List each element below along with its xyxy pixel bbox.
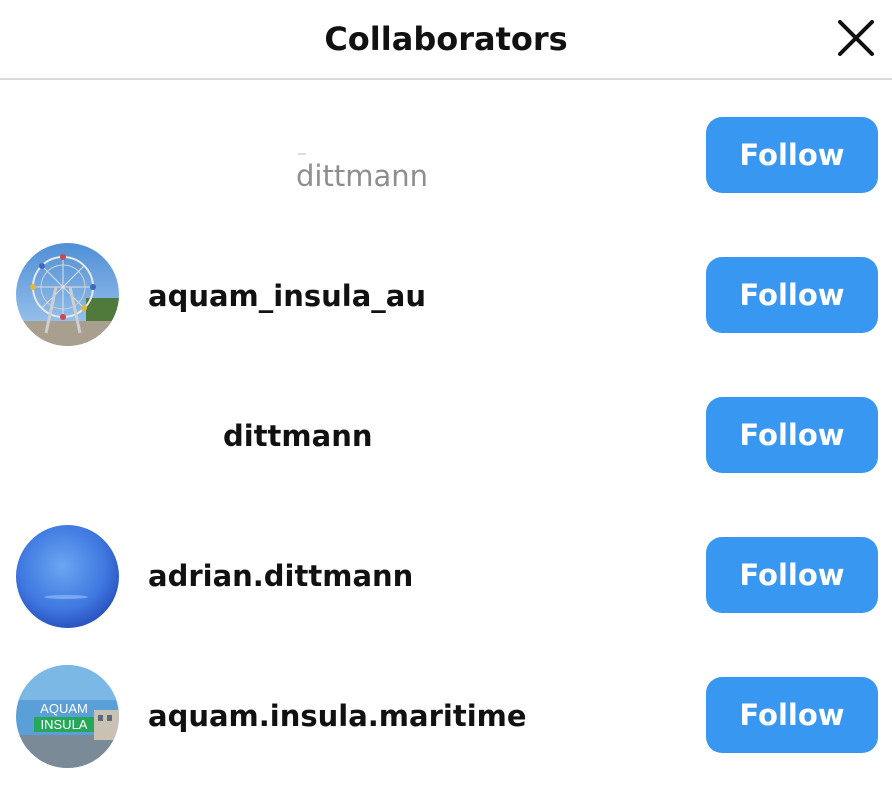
aquam-insula-logo: AQUAM INSULA	[16, 665, 119, 768]
close-icon	[838, 20, 874, 56]
collaborator-username[interactable]: adrian.dittmann	[148, 559, 413, 593]
collaborator-username[interactable]: aquam.insula.maritime	[148, 699, 527, 733]
svg-text:INSULA: INSULA	[41, 717, 88, 732]
collaborator-row: dittmann Follow	[0, 365, 892, 505]
avatar[interactable]: AQUAM INSULA	[16, 665, 119, 768]
follow-button[interactable]: Follow	[706, 537, 878, 613]
close-button[interactable]	[834, 16, 878, 60]
follow-button[interactable]: Follow	[706, 257, 878, 333]
dialog-header: Collaborators	[0, 0, 892, 80]
collaborator-username[interactable]: aquam_insula_au	[148, 279, 426, 313]
follow-button[interactable]: Follow	[706, 117, 878, 193]
blue-sky-photo	[16, 525, 119, 628]
collaborator-row: aquam_insula_au Follow	[0, 225, 892, 365]
collaborators-dialog: Collaborators dittmann Follow aquam_insu…	[0, 0, 892, 770]
collaborator-row: dittmann Follow	[0, 85, 892, 225]
avatar[interactable]	[16, 525, 119, 628]
ferris-wheel-photo	[16, 243, 119, 346]
collaborator-row: AQUAM INSULA aquam.insula.maritime Follo…	[0, 645, 892, 785]
collaborator-username[interactable]: dittmann	[296, 159, 428, 193]
dialog-title: Collaborators	[324, 20, 568, 58]
broken-avatar-icon	[298, 153, 306, 155]
collaborator-row: adrian.dittmann Follow	[0, 505, 892, 645]
svg-text:AQUAM: AQUAM	[40, 701, 88, 716]
follow-button[interactable]: Follow	[706, 677, 878, 753]
follow-button[interactable]: Follow	[706, 397, 878, 473]
avatar[interactable]	[16, 243, 119, 346]
collaborator-username[interactable]: dittmann	[223, 419, 373, 453]
